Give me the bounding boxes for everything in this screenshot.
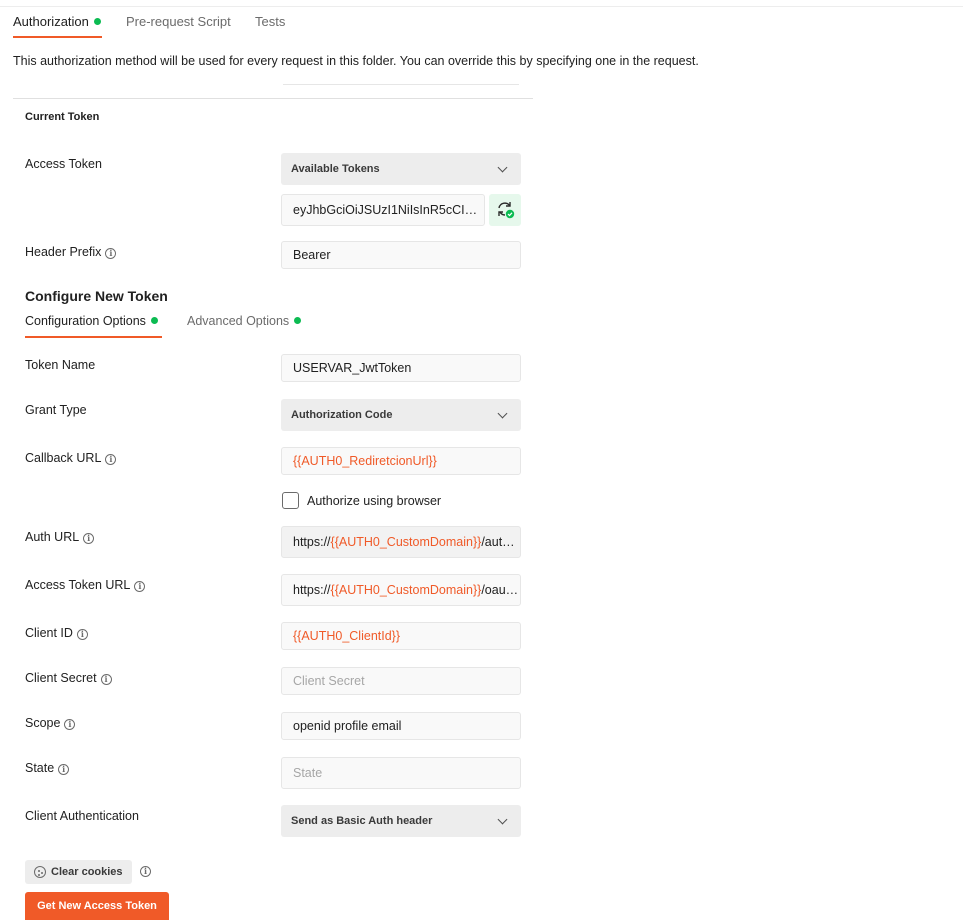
variable-text: {{AUTH0_ClientId}} [293, 629, 401, 643]
state-label: State i [25, 761, 70, 775]
tab-configuration-options[interactable]: Configuration Options [25, 314, 158, 328]
callback-url-label: Callback URL i [25, 451, 117, 465]
token-name-label: Token Name [25, 358, 96, 372]
header-prefix-label: Header Prefix i [25, 245, 117, 259]
refresh-token-button[interactable] [489, 194, 521, 226]
access-token-label: Access Token [25, 157, 102, 171]
select-value: Send as Basic Auth header [291, 815, 433, 827]
chevron-down-icon [497, 814, 508, 825]
info-icon[interactable]: i [140, 866, 151, 877]
label-text: Auth URL [25, 530, 80, 544]
tab-tests[interactable]: Tests [255, 14, 285, 29]
chevron-down-icon [497, 408, 508, 419]
select-value: Available Tokens [291, 163, 380, 175]
scope-label: Scope i [25, 716, 76, 730]
url-prefix: https:// [293, 583, 331, 597]
status-dot [294, 317, 302, 324]
label-text: Header Prefix [25, 245, 102, 259]
status-dot [150, 317, 158, 324]
tab-pre-request-script[interactable]: Pre-request Script [126, 14, 231, 29]
auth-description: This authorization method will be used f… [13, 54, 699, 68]
info-icon[interactable]: i [105, 454, 117, 465]
configure-token-heading: Configure New Token [25, 288, 168, 304]
info-icon[interactable]: i [83, 533, 95, 544]
tab-label: Authorization [13, 14, 89, 29]
label-text: Client Secret [25, 671, 97, 685]
access-token-input[interactable]: eyJhbGciOiJSUzI1NiIsInR5cCI6IkpXVCJ9 [281, 194, 485, 226]
url-prefix: https:// [293, 535, 331, 549]
grant-type-label: Grant Type [25, 403, 87, 417]
token-name-input[interactable]: USERVAR_JwtToken [281, 354, 521, 382]
variable-text: {{AUTH0_RediretcionUrl}} [293, 454, 437, 468]
scope-input[interactable]: openid profile email [281, 712, 521, 740]
callback-url-input[interactable]: {{AUTH0_RediretcionUrl}} [281, 447, 521, 475]
info-icon[interactable]: i [64, 719, 76, 730]
state-input[interactable]: State [281, 757, 521, 789]
available-tokens-select[interactable]: Available Tokens [281, 153, 521, 185]
authorize-browser-checkbox[interactable] [282, 492, 299, 509]
auth-url-label: Auth URL i [25, 530, 95, 544]
clear-cookies-button[interactable]: Clear cookies [25, 860, 132, 884]
access-token-url-input[interactable]: https://{{AUTH0_CustomDomain}}/oauth/tok… [281, 574, 521, 606]
client-secret-label: Client Secret i [25, 671, 112, 685]
field-edge-fragment [283, 84, 519, 85]
active-tab-indicator [13, 36, 102, 38]
refresh-icon [498, 202, 515, 219]
grant-type-select[interactable]: Authorization Code [281, 399, 521, 431]
label-text: Access Token URL [25, 578, 131, 592]
auth-url-input[interactable]: https://{{AUTH0_CustomDomain}}/authorize [281, 526, 521, 558]
subtab-label: Advanced Options [187, 314, 290, 328]
url-suffix: /authorize [481, 535, 521, 549]
current-token-heading: Current Token [25, 111, 100, 123]
button-label: Clear cookies [51, 866, 123, 878]
get-new-access-token-button[interactable]: Get New Access Token [25, 892, 169, 920]
client-id-label: Client ID i [25, 626, 88, 640]
info-icon[interactable]: i [58, 764, 70, 775]
status-dot [93, 18, 101, 25]
subtab-label: Configuration Options [25, 314, 146, 328]
info-icon[interactable]: i [100, 674, 112, 685]
cookie-icon [34, 866, 46, 878]
tab-authorization[interactable]: Authorization [13, 14, 101, 29]
tab-advanced-options[interactable]: Advanced Options [187, 314, 302, 328]
variable-text: {{AUTH0_CustomDomain}} [330, 583, 482, 597]
label-text: Scope [25, 716, 61, 730]
label-text: Callback URL [25, 451, 102, 465]
info-icon[interactable]: i [134, 581, 146, 592]
client-secret-input[interactable]: Client Secret [281, 667, 521, 695]
info-icon[interactable]: i [76, 629, 88, 640]
section-divider [13, 98, 533, 99]
url-suffix: /oauth/token [481, 583, 520, 597]
chevron-down-icon [497, 162, 508, 173]
authorize-browser-label: Authorize using browser [307, 494, 442, 508]
client-id-input[interactable]: {{AUTH0_ClientId}} [281, 622, 521, 650]
info-icon[interactable]: i [105, 248, 117, 259]
label-text: State [25, 761, 55, 775]
label-text: Client ID [25, 626, 73, 640]
header-prefix-input[interactable]: Bearer [281, 241, 521, 269]
access-token-url-label: Access Token URL i [25, 578, 146, 592]
client-auth-label: Client Authentication [25, 809, 139, 823]
top-border [0, 6, 963, 7]
client-auth-select[interactable]: Send as Basic Auth header [281, 805, 521, 837]
variable-text: {{AUTH0_CustomDomain}} [330, 535, 482, 549]
select-value: Authorization Code [291, 409, 393, 421]
active-subtab-indicator [25, 336, 162, 338]
